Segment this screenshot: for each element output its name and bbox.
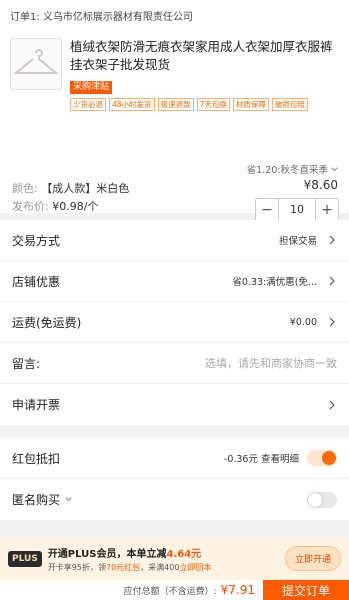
- red-packet-detail[interactable]: -0.36元 查看明细: [224, 451, 299, 465]
- increase-button[interactable]: +: [316, 199, 338, 221]
- service-tag: 极速退款: [157, 98, 194, 111]
- anonymous-toggle[interactable]: [307, 491, 337, 508]
- service-tag: 7天包换: [196, 98, 230, 111]
- row-trade-method[interactable]: 交易方式 担保交易: [0, 220, 349, 261]
- plus-membership-banner: PLUS 开通PLUS会员，本单立减4.64元 开卡享95折，领70元红包，采满…: [0, 537, 349, 580]
- service-tag: 少货必退: [70, 98, 106, 111]
- total-amount: ¥7.91: [220, 583, 255, 597]
- chevron-right-icon: [329, 400, 335, 409]
- open-plus-button[interactable]: 立即开通: [284, 546, 341, 571]
- red-packet-label: 红包抵扣: [12, 451, 61, 466]
- freight-label: 运费(免运费): [12, 315, 82, 330]
- spec-value: 【成人款】米白色: [41, 182, 130, 195]
- message-label: 留言:: [12, 356, 41, 371]
- chevron-right-icon: [329, 317, 335, 327]
- plus-title-prefix: 开通PLUS会员，本单立减: [47, 548, 167, 560]
- order-header: 订单1: 义乌市亿标展示器材有限责任公司: [0, 0, 349, 30]
- plus-sub-highlight: 立即回本: [179, 562, 212, 572]
- plus-sub-highlight: 70元红包: [106, 562, 141, 572]
- toggle-knob: [322, 451, 336, 465]
- plus-title: 开通PLUS会员，本单立减4.64元: [48, 545, 285, 560]
- checkout-footer: 应付总额（不含运费）: ¥7.91 提交订单: [0, 580, 349, 600]
- anonymous-label: 匿名购买: [12, 493, 61, 507]
- message-input[interactable]: 选填，请先和商家协商一致: [205, 355, 337, 371]
- toggle-knob: [308, 492, 322, 507]
- spec-label: 颜色:: [12, 182, 38, 195]
- list-price-line: 发布价: ¥0.98/个: [12, 198, 98, 214]
- list-price-value: ¥0.98/个: [52, 200, 99, 213]
- chevron-down-icon: [331, 166, 338, 171]
- promo-saving[interactable]: 省1.20:秋冬直采季: [247, 162, 339, 176]
- promo-saving-text: 省1.20:秋冬直采季: [246, 165, 328, 176]
- shop-discount-label: 店铺优惠: [12, 274, 61, 289]
- invoice-label: 申请开票: [12, 398, 61, 412]
- service-tag: 48小时发货: [109, 98, 155, 111]
- product-thumbnail[interactable]: [10, 38, 62, 90]
- plus-title-amount: 4.64元: [166, 548, 202, 560]
- hanger-icon: [14, 49, 58, 74]
- anonymous-label-wrap: 匿名购买: [12, 491, 307, 508]
- payment-options: 红包抵扣 -0.36元 查看明细 匿名购买: [0, 438, 349, 520]
- row-freight[interactable]: 运费(免运费) ¥0.00: [0, 302, 349, 343]
- plus-sub-prefix: 开卡享95折，领: [47, 562, 106, 572]
- chevron-right-icon: [329, 235, 335, 245]
- shop-discount-value: 省0.33:满优惠(免...: [232, 277, 317, 288]
- trade-method-value: 担保交易: [278, 236, 317, 247]
- row-anonymous: 匿名购买: [0, 479, 349, 520]
- total-label: 应付总额（不含运费）:: [123, 586, 217, 597]
- decrease-button[interactable]: −: [256, 199, 278, 221]
- subsidy-badge: 采购津贴: [70, 81, 113, 94]
- spec-line: 颜色: 【成人款】米白色: [12, 180, 129, 196]
- order-shop-name: 订单1: 义乌市亿标展示器材有限责任公司: [10, 11, 193, 23]
- order-options: 交易方式 担保交易 店铺优惠 省0.33:满优惠(免... 运费(免运费) ¥0…: [0, 220, 349, 425]
- chevron-right-icon: [329, 276, 335, 286]
- quantity-stepper: − 10 +: [255, 198, 339, 222]
- service-tag: 材质保障: [232, 98, 269, 111]
- list-price-label: 发布价:: [12, 200, 49, 213]
- plus-subtitle: 开卡享95折，领70元红包，采满400立即回本: [48, 562, 285, 573]
- row-message[interactable]: 留言: 选填，请先和商家协商一致: [0, 343, 349, 384]
- freight-value: ¥0.00: [289, 316, 317, 328]
- service-tag: 破损包赔: [271, 98, 308, 111]
- unit-price: ¥8.60: [303, 178, 338, 192]
- service-tags: 少货必退 48小时发货 极速退款 7天包换 材质保障 破损包赔: [70, 98, 339, 111]
- plus-sub-mid: ，采满400: [140, 562, 180, 572]
- submit-order-button[interactable]: 提交订单: [263, 580, 349, 600]
- row-shop-discount[interactable]: 店铺优惠 省0.33:满优惠(免...: [0, 261, 349, 302]
- product-card: 植绒衣架防滑无痕衣架家用成人衣架加厚衣服裤挂衣架子批发现货 采购津贴 少货必退 …: [0, 30, 349, 222]
- chevron-down-icon[interactable]: [64, 495, 73, 504]
- plus-badge: PLUS: [8, 550, 42, 567]
- product-title[interactable]: 植绒衣架防滑无痕衣架家用成人衣架加厚衣服裤挂衣架子批发现货: [70, 38, 339, 74]
- quantity-value[interactable]: 10: [278, 199, 316, 221]
- row-red-packet: 红包抵扣 -0.36元 查看明细: [0, 438, 349, 479]
- red-packet-toggle[interactable]: [307, 450, 337, 466]
- trade-method-label: 交易方式: [12, 233, 61, 248]
- row-invoice[interactable]: 申请开票: [0, 384, 349, 425]
